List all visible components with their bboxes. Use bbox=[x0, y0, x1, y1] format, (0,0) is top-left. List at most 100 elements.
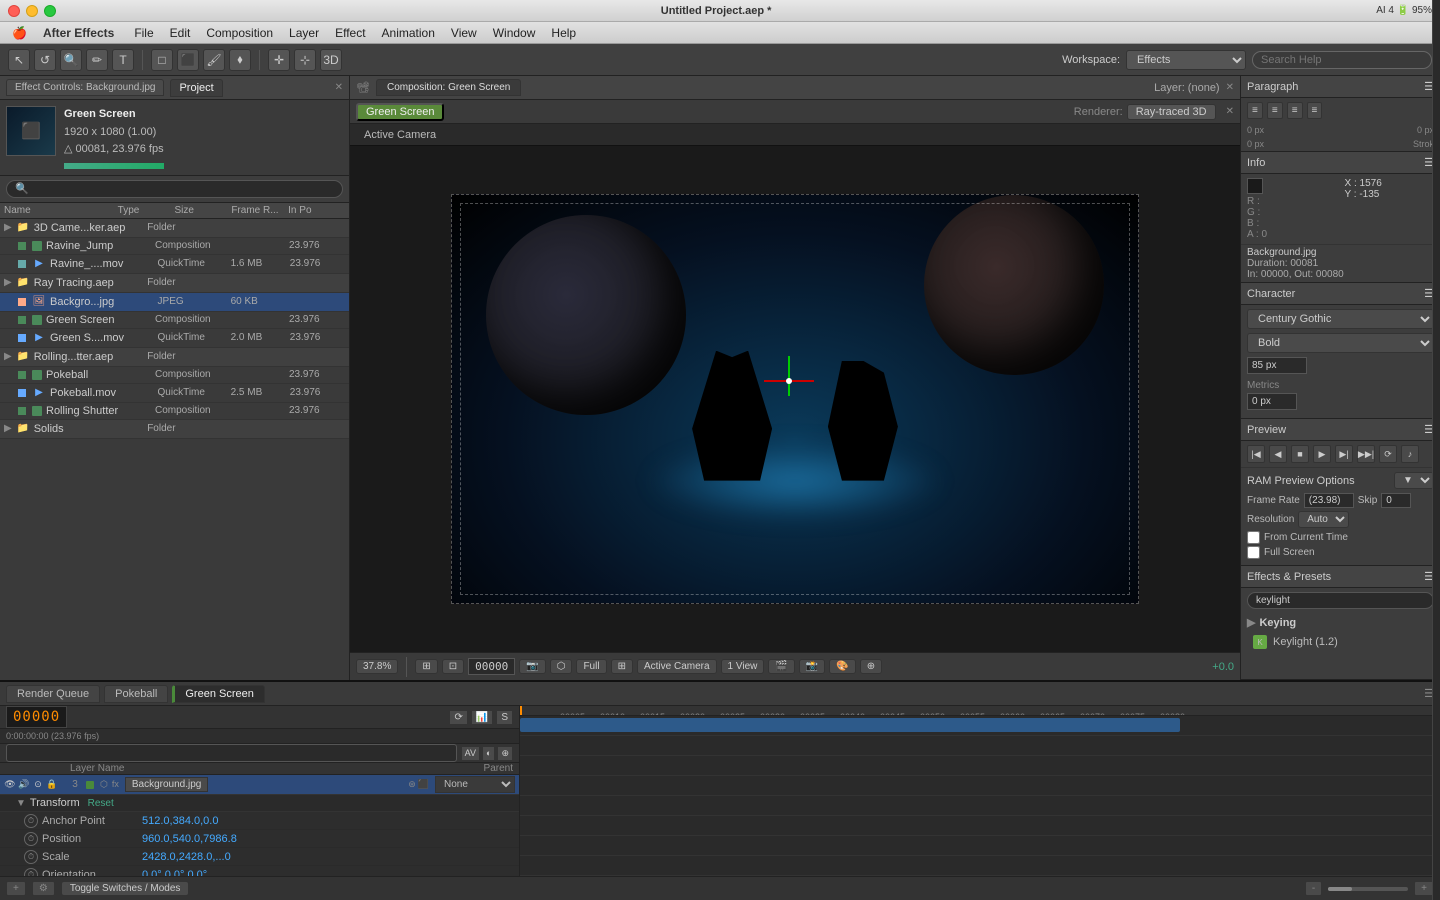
layer-btn-1[interactable]: AV bbox=[461, 746, 480, 761]
pixel-btn[interactable]: ⊡ bbox=[442, 659, 464, 674]
render-btn[interactable]: 🎬 bbox=[768, 659, 794, 674]
tool-fill[interactable]: ⬛ bbox=[177, 49, 199, 71]
paragraph-tab[interactable]: Paragraph bbox=[1247, 81, 1298, 93]
layer-row[interactable]: 👁 🔊 ⊙ 🔒 3 ⬡ fx Background.jpg bbox=[0, 775, 519, 795]
green-screen-btn[interactable]: Green Screen bbox=[356, 103, 444, 121]
preview-next-btn[interactable]: ▶| bbox=[1335, 445, 1353, 463]
preview-tab[interactable]: Preview bbox=[1247, 424, 1286, 436]
render-queue-tab[interactable]: Render Queue bbox=[6, 685, 100, 703]
stopwatch-position-icon[interactable]: ⏱ bbox=[24, 832, 38, 846]
view-count-btn[interactable]: 1 View bbox=[721, 659, 765, 674]
camera-btn[interactable]: 📷 bbox=[519, 659, 545, 674]
comp-panel-close[interactable]: ✕ bbox=[1226, 82, 1234, 93]
menu-composition[interactable]: Composition bbox=[198, 24, 281, 42]
layer-search-input[interactable] bbox=[6, 744, 457, 762]
align-right-btn[interactable]: ≡ bbox=[1287, 102, 1303, 119]
motion-icon[interactable]: ⊛ bbox=[408, 779, 416, 790]
stopwatch-icon[interactable]: ⏱ bbox=[24, 814, 38, 828]
zoom-display[interactable]: 37.8% bbox=[356, 659, 398, 674]
list-item[interactable]: ▶ 📁 Solids Folder bbox=[0, 420, 349, 439]
preview-audio-btn[interactable]: ♪ bbox=[1401, 445, 1419, 463]
menu-view[interactable]: View bbox=[443, 24, 485, 42]
layer-fx-icon[interactable]: fx bbox=[112, 779, 119, 790]
zoom-slider[interactable] bbox=[1328, 887, 1408, 891]
tool-text[interactable]: T bbox=[112, 49, 134, 71]
stopwatch-scale-icon[interactable]: ⏱ bbox=[24, 850, 38, 864]
menu-apple[interactable]: 🍎 bbox=[4, 24, 35, 42]
timeline-ruler[interactable]: 00005 00010 00015 00020 00025 00030 0003… bbox=[520, 706, 1440, 716]
solo-btn[interactable]: S bbox=[496, 710, 513, 725]
list-item[interactable]: ▶ 📁 Rolling...tter.aep Folder bbox=[0, 348, 349, 367]
menu-effect[interactable]: Effect bbox=[327, 24, 373, 42]
timeline-end-handle[interactable] bbox=[1432, 706, 1440, 876]
full-screen-checkbox[interactable] bbox=[1247, 546, 1260, 559]
list-item[interactable]: 🖼 Backgro...jpg JPEG 60 KB bbox=[0, 293, 349, 312]
layer-btn-2[interactable]: ◐ bbox=[482, 746, 495, 761]
channels-btn[interactable]: 🎨 bbox=[829, 659, 855, 674]
justify-btn[interactable]: ≡ bbox=[1307, 102, 1323, 119]
anchor-point-value[interactable]: 512.0,384.0,0.0 bbox=[142, 815, 515, 827]
panel-close-icon[interactable]: ✕ bbox=[335, 82, 343, 93]
magnify-btn[interactable]: ⊞ bbox=[415, 659, 437, 674]
3d-btn[interactable]: ⬡ bbox=[550, 659, 573, 674]
ram-dropdown[interactable]: ▼ bbox=[1394, 472, 1434, 489]
eye-icon[interactable]: 👁 bbox=[4, 779, 16, 791]
list-item[interactable]: Pokeball Composition 23.976 bbox=[0, 367, 349, 384]
green-screen-timeline-tab[interactable]: Green Screen bbox=[172, 685, 264, 703]
from-current-checkbox[interactable] bbox=[1247, 531, 1260, 544]
minimize-btn[interactable] bbox=[26, 5, 38, 17]
solo-icon[interactable]: ⊙ bbox=[32, 779, 44, 791]
track-bar-main[interactable] bbox=[520, 718, 1180, 732]
quality-btn[interactable]: Full bbox=[576, 659, 606, 674]
tool-anchor[interactable]: ✛ bbox=[268, 49, 290, 71]
list-item[interactable]: ▶ 📁 Ray Tracing.aep Folder bbox=[0, 274, 349, 293]
effects-search-input[interactable] bbox=[1247, 592, 1434, 609]
renderer-close[interactable]: ✕ bbox=[1226, 106, 1234, 117]
menu-help[interactable]: Help bbox=[543, 24, 584, 42]
snapshot-btn[interactable]: 📸 bbox=[799, 659, 825, 674]
resolution-dropdown[interactable]: Auto bbox=[1298, 511, 1349, 528]
view-selector[interactable]: Active Camera bbox=[637, 659, 717, 674]
menu-animation[interactable]: Animation bbox=[374, 24, 443, 42]
zoom-out-btn[interactable]: - bbox=[1305, 881, 1322, 896]
reset-btn[interactable]: Reset bbox=[88, 798, 114, 809]
scale-value[interactable]: 2428.0,2428.0,...0 bbox=[142, 851, 515, 863]
list-item[interactable]: ▶ Ravine_....mov QuickTime 1.6 MB 23.976 bbox=[0, 255, 349, 274]
comp-settings-btn[interactable]: ⚙ bbox=[32, 881, 55, 896]
timeline-timecode[interactable]: 00000 bbox=[6, 706, 67, 728]
menu-layer[interactable]: Layer bbox=[281, 24, 327, 42]
tool-paint[interactable]: 🖌 bbox=[203, 49, 225, 71]
workspace-dropdown[interactable]: Effects bbox=[1126, 50, 1246, 70]
tool-select[interactable]: ↖ bbox=[8, 49, 30, 71]
layer-btn-3[interactable]: ⊕ bbox=[497, 746, 513, 761]
list-item[interactable]: ▶ Pokeball.mov QuickTime 2.5 MB 23.976 bbox=[0, 384, 349, 403]
position-value[interactable]: 960.0,540.0,7986.8 bbox=[142, 833, 515, 845]
project-search-input[interactable] bbox=[6, 180, 343, 198]
layer-collapse-icon[interactable]: ⬡ bbox=[100, 779, 108, 790]
project-tab[interactable]: Project bbox=[170, 79, 222, 97]
audio-icon[interactable]: 🔊 bbox=[18, 779, 30, 791]
tool-pen[interactable]: ✏ bbox=[86, 49, 108, 71]
layer-name-btn[interactable]: Background.jpg bbox=[125, 777, 209, 792]
tool-stamp[interactable]: ⬧ bbox=[229, 49, 251, 71]
menu-window[interactable]: Window bbox=[485, 24, 544, 42]
preview-last-btn[interactable]: ▶▶| bbox=[1357, 445, 1375, 463]
tool-move[interactable]: ⊹ bbox=[294, 49, 316, 71]
layer-parent-select[interactable]: None bbox=[435, 776, 515, 793]
list-item[interactable]: ▶ 📁 3D Came...ker.aep Folder bbox=[0, 219, 349, 238]
list-item[interactable]: Rolling Shutter Composition 23.976 bbox=[0, 403, 349, 420]
maximize-btn[interactable] bbox=[44, 5, 56, 17]
renderer-btn[interactable]: Ray-traced 3D bbox=[1127, 104, 1216, 120]
effects-presets-tab[interactable]: Effects & Presets bbox=[1247, 571, 1331, 583]
preview-play-btn[interactable]: ▶ bbox=[1313, 445, 1331, 463]
comp-timecode[interactable]: 00000 bbox=[468, 658, 515, 675]
menu-edit[interactable]: Edit bbox=[162, 24, 199, 42]
search-input[interactable] bbox=[1252, 51, 1432, 69]
preview-first-btn[interactable]: |◀ bbox=[1247, 445, 1265, 463]
add-layer-btn[interactable]: + bbox=[6, 881, 26, 896]
exposure-btn[interactable]: ⊕ bbox=[860, 659, 882, 674]
tool-shape[interactable]: □ bbox=[151, 49, 173, 71]
close-btn[interactable] bbox=[8, 5, 20, 17]
lock-icon[interactable]: 🔒 bbox=[46, 779, 58, 791]
info-tab[interactable]: Info bbox=[1247, 157, 1265, 169]
